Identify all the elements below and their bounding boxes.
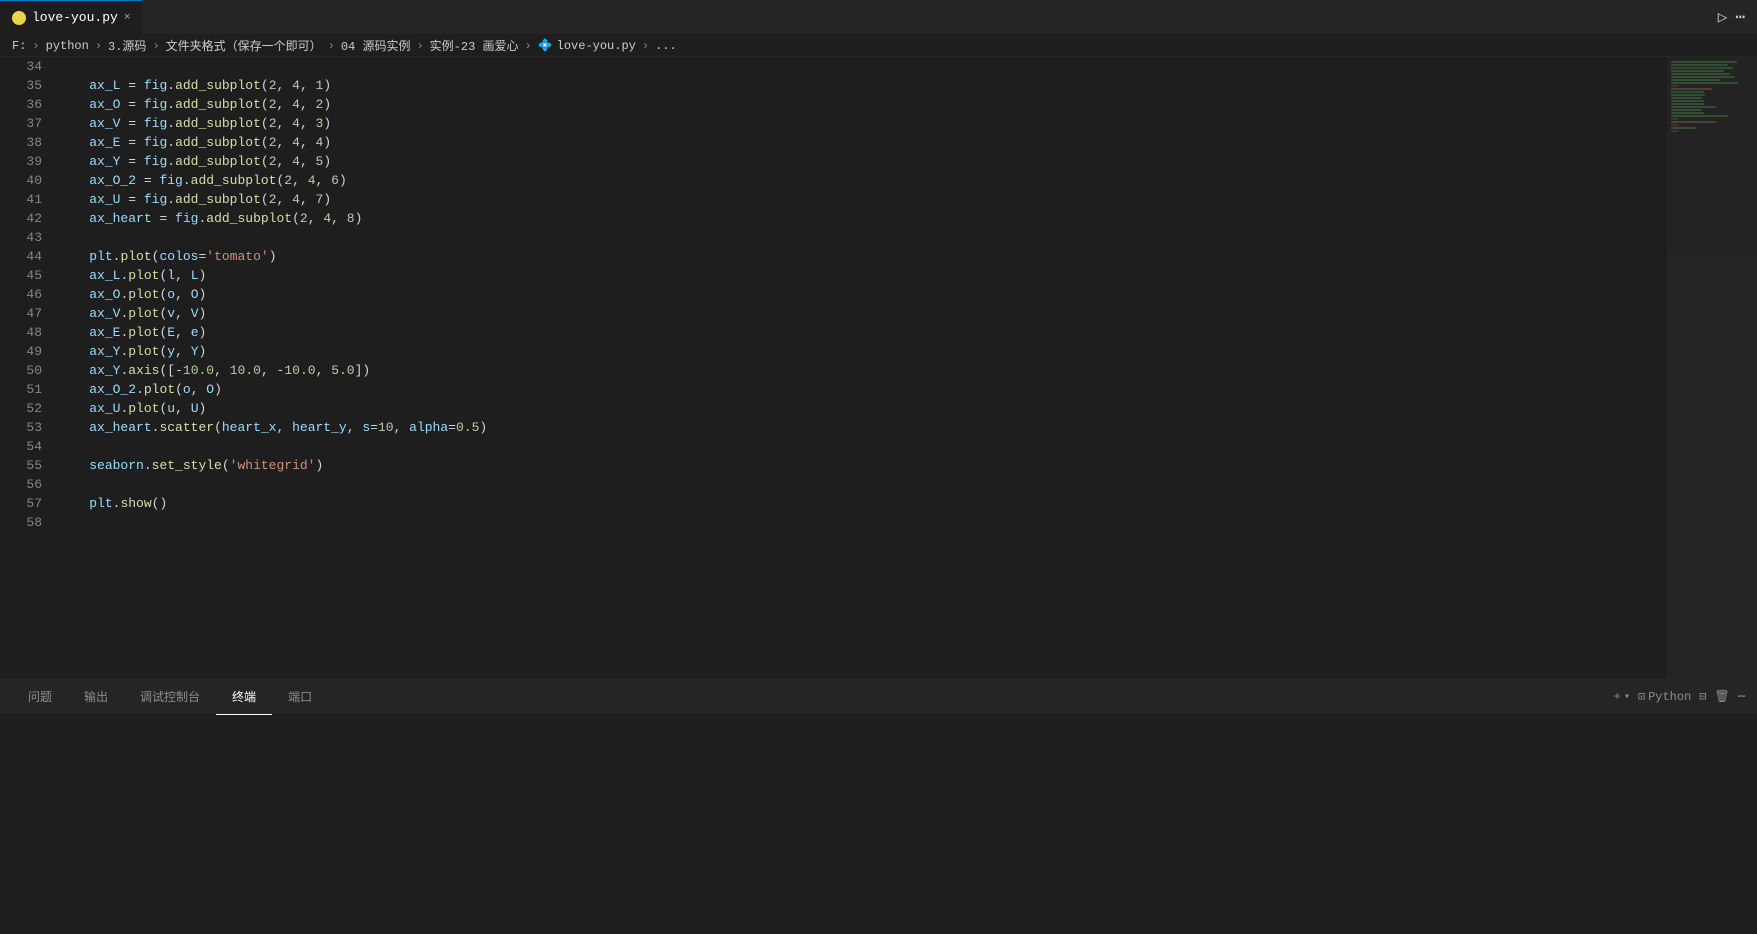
minimap	[1667, 57, 1757, 678]
code-line: ax_Y.plot(y, Y)	[58, 342, 1667, 361]
code-line: ax_O = fig.add_subplot(2, 4, 2)	[58, 95, 1667, 114]
tab-debug-console[interactable]: 调试控制台	[124, 679, 216, 715]
line-number: 49	[8, 342, 42, 361]
line-number: 51	[8, 380, 42, 399]
line-number: 45	[8, 266, 42, 285]
code-line: plt.plot(colos='tomato')	[58, 247, 1667, 266]
breadcrumb: F: › python › 3.源码 › 文件夹格式（保存一个即可） › 04 …	[0, 35, 1757, 57]
more-button[interactable]: ⋯	[1735, 7, 1745, 27]
code-line: ax_V = fig.add_subplot(2, 4, 3)	[58, 114, 1667, 133]
breadcrumb-folder-format[interactable]: 文件夹格式（保存一个即可）	[166, 37, 322, 54]
line-number: 34	[8, 57, 42, 76]
code-line: ax_V.plot(v, V)	[58, 304, 1667, 323]
line-number: 46	[8, 285, 42, 304]
line-number: 50	[8, 361, 42, 380]
line-number: 55	[8, 456, 42, 475]
code-line	[58, 228, 1667, 247]
code-line: ax_O.plot(o, O)	[58, 285, 1667, 304]
code-area: 3435363738394041424344454647484950515253…	[0, 57, 1667, 532]
code-line: ax_E = fig.add_subplot(2, 4, 4)	[58, 133, 1667, 152]
editor-tab[interactable]: love-you.py ×	[0, 0, 143, 35]
add-terminal-button[interactable]: + ▾	[1614, 690, 1630, 704]
breadcrumb-f: F:	[12, 39, 26, 53]
code-line: plt.show()	[58, 494, 1667, 513]
python-file-icon	[12, 11, 26, 25]
breadcrumb-examples[interactable]: 04 源码实例	[341, 37, 411, 54]
code-line: ax_O_2.plot(o, O)	[58, 380, 1667, 399]
line-number: 53	[8, 418, 42, 437]
code-line: ax_heart = fig.add_subplot(2, 4, 8)	[58, 209, 1667, 228]
code-line	[58, 513, 1667, 532]
line-number: 54	[8, 437, 42, 456]
tab-output[interactable]: 输出	[68, 679, 124, 715]
panel-tab-actions: + ▾ ⊡ ⊡ Python Python ⊟ 🗑 ⋯	[1614, 689, 1745, 704]
code-line: ax_O_2 = fig.add_subplot(2, 4, 6)	[58, 171, 1667, 190]
line-number: 48	[8, 323, 42, 342]
breadcrumb-filename[interactable]: love-you.py	[557, 39, 636, 53]
code-editor[interactable]: 3435363738394041424344454647484950515253…	[0, 57, 1667, 678]
title-bar-actions: ▷ ⋯	[1718, 7, 1757, 27]
terminal-type-label: ⊡ ⊡ Python Python	[1638, 689, 1691, 704]
run-button[interactable]: ▷	[1718, 7, 1728, 27]
breadcrumb-ellipsis: ...	[655, 39, 677, 53]
code-line: ax_L.plot(l, L)	[58, 266, 1667, 285]
panel: 问题 输出 调试控制台 终端 端口 + ▾ ⊡ ⊡ Python Python …	[0, 678, 1757, 934]
tab-terminal[interactable]: 终端	[216, 679, 272, 715]
breadcrumb-file-icon: 💠	[538, 38, 553, 53]
delete-terminal-button[interactable]: 🗑	[1715, 689, 1730, 704]
line-number: 43	[8, 228, 42, 247]
line-number: 44	[8, 247, 42, 266]
title-bar: love-you.py × ▷ ⋯	[0, 0, 1757, 35]
code-line	[58, 57, 1667, 76]
code-line: ax_E.plot(E, e)	[58, 323, 1667, 342]
code-line: ax_L = fig.add_subplot(2, 4, 1)	[58, 76, 1667, 95]
tab-issues[interactable]: 问题	[12, 679, 68, 715]
code-line: ax_Y.axis([-10.0, 10.0, -10.0, 5.0])	[58, 361, 1667, 380]
tab-ports[interactable]: 端口	[272, 679, 328, 715]
line-number: 56	[8, 475, 42, 494]
code-line: ax_U = fig.add_subplot(2, 4, 7)	[58, 190, 1667, 209]
line-number: 47	[8, 304, 42, 323]
line-number: 36	[8, 95, 42, 114]
line-number: 57	[8, 494, 42, 513]
panel-more-button[interactable]: ⋯	[1738, 689, 1745, 704]
line-numbers: 3435363738394041424344454647484950515253…	[0, 57, 50, 532]
code-line: ax_U.plot(u, U)	[58, 399, 1667, 418]
line-number: 35	[8, 76, 42, 95]
terminal-content[interactable]	[0, 715, 1757, 934]
breadcrumb-python[interactable]: python	[46, 39, 89, 53]
code-line	[58, 437, 1667, 456]
line-number: 38	[8, 133, 42, 152]
line-number: 52	[8, 399, 42, 418]
breadcrumb-source[interactable]: 3.源码	[108, 37, 146, 54]
code-line: ax_Y = fig.add_subplot(2, 4, 5)	[58, 152, 1667, 171]
line-number: 42	[8, 209, 42, 228]
split-terminal-button[interactable]: ⊟	[1699, 689, 1706, 704]
tab-label: love-you.py	[32, 10, 118, 25]
line-number: 37	[8, 114, 42, 133]
code-line: ax_heart.scatter(heart_x, heart_y, s=10,…	[58, 418, 1667, 437]
line-number: 41	[8, 190, 42, 209]
line-number: 58	[8, 513, 42, 532]
code-line	[58, 475, 1667, 494]
code-line: seaborn.set_style('whitegrid')	[58, 456, 1667, 475]
tab-close-button[interactable]: ×	[124, 12, 131, 24]
line-number: 39	[8, 152, 42, 171]
panel-tabs: 问题 输出 调试控制台 终端 端口 + ▾ ⊡ ⊡ Python Python …	[0, 679, 1757, 715]
line-number: 40	[8, 171, 42, 190]
breadcrumb-heart[interactable]: 实例-23 画爱心	[430, 37, 519, 54]
code-content[interactable]: ax_L = fig.add_subplot(2, 4, 1) ax_O = f…	[50, 57, 1667, 532]
